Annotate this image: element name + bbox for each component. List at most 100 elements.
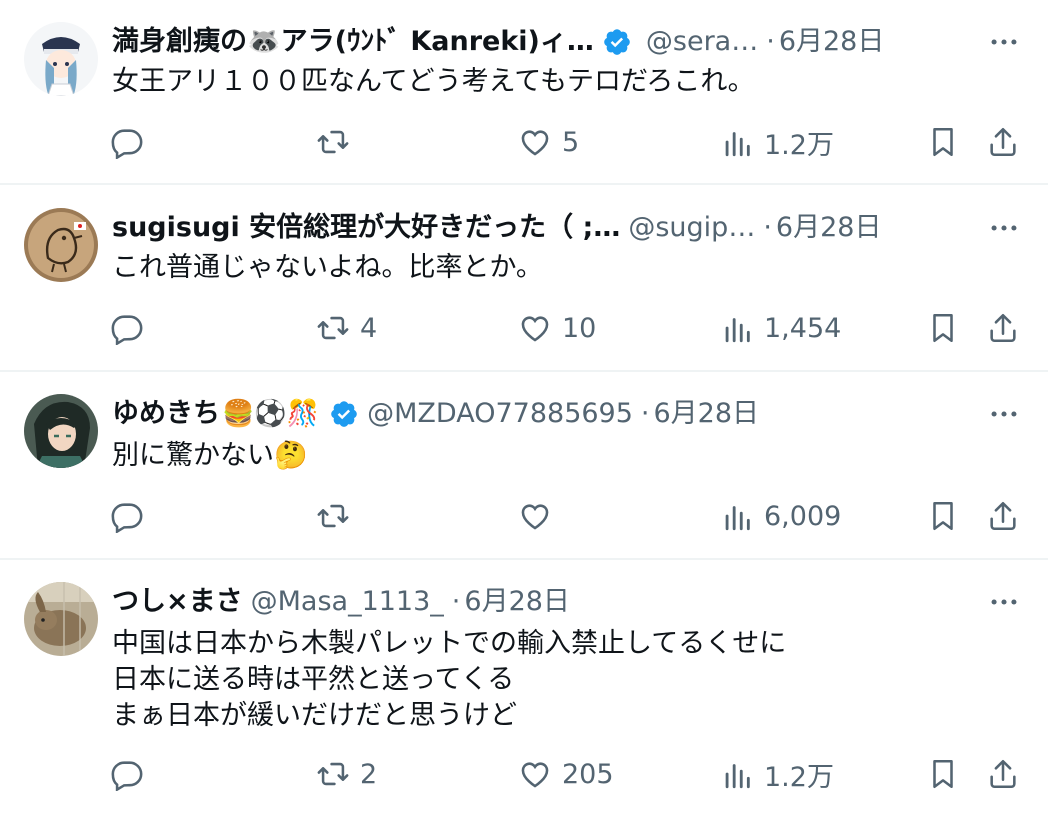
separator-dot: · [451,586,461,617]
tweet-date[interactable]: 6月28日 [779,22,885,62]
retweet-icon [317,130,349,154]
share-button[interactable] [986,120,1020,164]
tweet[interactable]: 満身創痍の🦝アラ(ｳﾝﾄﾞ Kanreki)ィ… @sera… · 6月28日 … [0,0,1048,182]
tweet-text: 中国は日本から木製パレットでの輸入禁止してるくせに 日本に送る時は平然と送ってく… [112,628,787,731]
retweet-button[interactable] [316,494,360,538]
like-button[interactable]: 10 [518,306,596,350]
like-count: 205 [562,758,614,790]
tweet-date[interactable]: 6月28日 [464,582,570,622]
tweet-text: 女王アリ１００匹なんてどう考えてもテロだろこれ。 [112,66,755,97]
reply-icon [111,315,143,345]
bookmark-icon [933,759,953,789]
avatar[interactable] [24,582,98,656]
reply-icon [111,129,143,159]
views-chart-icon [725,132,750,157]
reply-button[interactable] [110,752,154,796]
tweet-header: sugisugi 安倍総理が大好きだった（ ;… @sugip… · 6月28日 [112,208,1024,248]
tweet[interactable]: ゆめきち 🍔⚽🎊 @MZDAO77885695 · 6月28日 別に驚かない🤔 … [0,372,1048,558]
bookmark-icon [933,313,953,343]
avatar[interactable] [24,208,98,282]
tweet-text: これ普通じゃないよね。比率とか。 [112,252,543,283]
more-dots-icon[interactable] [984,394,1024,434]
avatar[interactable] [24,22,98,96]
separator-dot: · [640,398,650,429]
verified-badge-icon [331,401,357,427]
tweet-date[interactable]: 6月28日 [776,208,882,248]
tweet-header: 満身創痍の🦝アラ(ｳﾝﾄﾞ Kanreki)ィ… @sera… · 6月28日 [112,22,1024,62]
retweet-button[interactable] [316,120,360,164]
bookmark-button[interactable] [926,120,960,164]
share-icon [990,759,1016,789]
like-button[interactable] [518,494,562,538]
reply-icon [111,761,143,791]
tweet-actions: 2 205 1.2万 [0,752,1048,796]
user-handle[interactable]: @Masa_1113_ [251,582,444,622]
more-dots-icon[interactable] [984,582,1024,622]
bookmark-button[interactable] [926,306,960,350]
bookmark-button[interactable] [926,494,960,538]
bookmark-icon [933,501,953,531]
views-chart-icon [725,764,750,789]
user-handle[interactable]: @sera… [646,22,758,62]
user-handle[interactable]: @sugip… [628,208,755,248]
verified-badge-icon [604,29,630,55]
views-chart-icon [725,506,750,531]
like-button[interactable]: 205 [518,752,614,796]
like-count: 5 [562,126,580,158]
tweet-text: 別に驚かない🤔 [112,440,308,471]
share-icon [990,127,1016,157]
retweet-icon [317,316,349,340]
display-name[interactable]: ゆめきち [112,394,220,434]
retweet-button[interactable]: 2 [316,752,377,796]
views-button[interactable]: 6,009 [720,494,841,538]
views-chart-icon [725,318,750,343]
tweet-header: つし×まさ @Masa_1113_ · 6月28日 [112,582,1024,622]
tweet[interactable]: sugisugi 安倍総理が大好きだった（ ;… @sugip… · 6月28日… [0,186,1048,370]
views-count: 1.2万 [764,129,834,161]
share-button[interactable] [986,494,1020,538]
name-emoji: 🍔⚽🎊 [222,399,320,429]
views-button[interactable]: 1.2万 [720,120,834,164]
views-count: 1.2万 [764,761,834,793]
more-dots-icon[interactable] [984,22,1024,62]
tweet-header: ゆめきち 🍔⚽🎊 @MZDAO77885695 · 6月28日 [112,394,1024,434]
heart-icon [521,316,549,342]
tweet-actions: 4 10 1,454 [0,306,1048,350]
share-icon [990,501,1016,531]
reply-button[interactable] [110,120,154,164]
heart-icon [521,504,549,530]
reply-button[interactable] [110,306,154,350]
display-name[interactable]: sugisugi 安倍総理が大好きだった（ ;… [112,208,620,248]
separator-dot: · [763,212,772,243]
tweet-actions: 5 1.2万 [0,120,1048,164]
heart-icon [521,130,549,156]
reply-icon [111,503,143,533]
views-button[interactable]: 1,454 [720,306,841,350]
share-icon [990,313,1016,343]
user-handle[interactable]: @MZDAO77885695 [367,394,633,434]
display-name[interactable]: 満身創痍の🦝アラ(ｳﾝﾄﾞ Kanreki)ィ… [112,22,594,62]
like-button[interactable]: 5 [518,120,579,164]
tweet-actions: 6,009 [0,494,1048,538]
views-button[interactable]: 1.2万 [720,752,834,796]
retweet-icon [317,762,349,786]
retweet-count: 4 [360,312,378,344]
retweet-icon [317,504,349,528]
retweet-count: 2 [360,758,378,790]
tweet[interactable]: つし×まさ @Masa_1113_ · 6月28日 中国は日本から木製パレットで… [0,560,1048,814]
retweet-button[interactable]: 4 [316,306,377,350]
heart-icon [521,762,549,788]
display-name[interactable]: つし×まさ [112,582,243,622]
tweet-date[interactable]: 6月28日 [654,394,760,434]
share-button[interactable] [986,752,1020,796]
reply-button[interactable] [110,494,154,538]
views-count: 1,454 [764,312,842,344]
more-dots-icon[interactable] [984,208,1024,248]
share-button[interactable] [986,306,1020,350]
bookmark-icon [933,127,953,157]
separator-dot: · [766,26,775,57]
divider [0,183,1048,185]
bookmark-button[interactable] [926,752,960,796]
avatar[interactable] [24,394,98,468]
views-count: 6,009 [764,500,842,532]
